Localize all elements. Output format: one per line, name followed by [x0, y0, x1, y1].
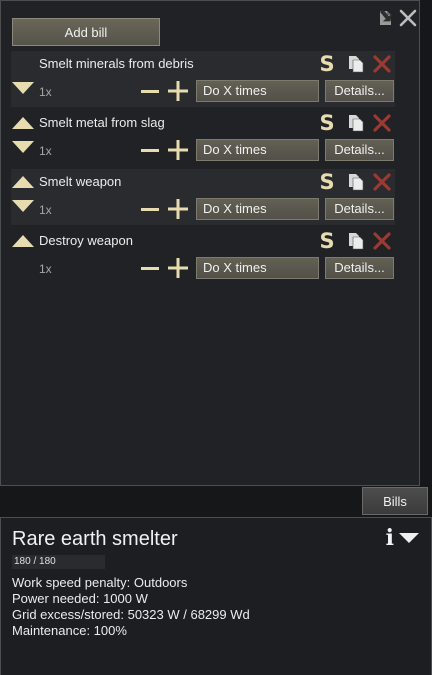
info-line: Work speed penalty: Outdoors	[12, 575, 188, 590]
hit-points-bar: 180 / 180	[12, 555, 105, 569]
bill-row: Smelt metal from slag S 1x Do X times De…	[11, 110, 395, 166]
info-line: Grid excess/stored: 50323 W / 68299 Wd	[12, 607, 250, 622]
reorder-up-icon[interactable]	[12, 235, 34, 247]
repeat-count: 1x	[39, 144, 52, 158]
suspend-icon[interactable]: S	[316, 229, 338, 253]
panel-corner-icons	[377, 8, 418, 28]
close-icon[interactable]	[398, 8, 418, 28]
increase-icon[interactable]	[168, 199, 188, 219]
reorder-down-icon[interactable]	[12, 200, 34, 212]
details-button[interactable]: Details...	[325, 80, 394, 102]
inspect-icons: i	[386, 526, 420, 550]
hit-points-text: 180 / 180	[14, 556, 56, 567]
bill-name: Destroy weapon	[39, 233, 133, 248]
bill-row: Destroy weapon S 1x Do X times Details..…	[11, 228, 395, 284]
info-line: Maintenance: 100%	[12, 623, 127, 638]
delete-icon[interactable]	[372, 172, 392, 192]
details-button[interactable]: Details...	[325, 198, 394, 220]
repeat-mode-button[interactable]: Do X times	[196, 80, 319, 102]
bills-panel: Add bill Smelt minerals from debris S 1x	[0, 0, 420, 486]
copy-icon[interactable]	[347, 173, 365, 191]
repeat-count: 1x	[39, 85, 52, 99]
inspect-panel: Rare earth smelter i 180 / 180 Work spee…	[0, 517, 432, 675]
increase-icon[interactable]	[168, 81, 188, 101]
repeat-mode-button[interactable]: Do X times	[196, 198, 319, 220]
reorder-down-icon[interactable]	[12, 141, 34, 153]
copy-icon[interactable]	[347, 232, 365, 250]
increase-icon[interactable]	[168, 258, 188, 278]
reorder-down-icon[interactable]	[12, 82, 34, 94]
bill-row: Smelt minerals from debris S 1x Do X tim…	[11, 51, 395, 107]
add-bill-button[interactable]: Add bill	[12, 18, 160, 46]
repeat-mode-button[interactable]: Do X times	[196, 257, 319, 279]
info-line: Power needed: 1000 W	[12, 591, 148, 606]
increase-icon[interactable]	[168, 140, 188, 160]
bill-name: Smelt metal from slag	[39, 115, 165, 130]
bill-row: Smelt weapon S 1x Do X times Details...	[11, 169, 395, 225]
decrease-icon[interactable]	[141, 143, 159, 157]
details-button[interactable]: Details...	[325, 257, 394, 279]
details-button[interactable]: Details...	[325, 139, 394, 161]
tab-bills[interactable]: Bills	[362, 487, 428, 515]
decrease-icon[interactable]	[141, 84, 159, 98]
delete-icon[interactable]	[372, 231, 392, 251]
suspend-icon[interactable]: S	[316, 52, 338, 76]
suspend-icon[interactable]: S	[316, 170, 338, 194]
repeat-count: 1x	[39, 203, 52, 217]
reorder-up-icon[interactable]	[12, 117, 34, 129]
reorder-up-icon[interactable]	[12, 176, 34, 188]
bill-name: Smelt weapon	[39, 174, 122, 189]
decrease-icon[interactable]	[141, 261, 159, 275]
dropdown-icon[interactable]	[398, 531, 420, 545]
suspend-icon[interactable]: S	[316, 111, 338, 135]
info-icon[interactable]: i	[386, 526, 394, 550]
bill-name: Smelt minerals from debris	[39, 56, 194, 71]
copy-icon[interactable]	[347, 114, 365, 132]
building-title: Rare earth smelter	[12, 528, 178, 550]
repeat-mode-button[interactable]: Do X times	[196, 139, 319, 161]
copy-icon[interactable]	[347, 55, 365, 73]
paste-icon[interactable]	[377, 8, 395, 28]
delete-icon[interactable]	[372, 113, 392, 133]
decrease-icon[interactable]	[141, 202, 159, 216]
repeat-count: 1x	[39, 262, 52, 276]
delete-icon[interactable]	[372, 54, 392, 74]
